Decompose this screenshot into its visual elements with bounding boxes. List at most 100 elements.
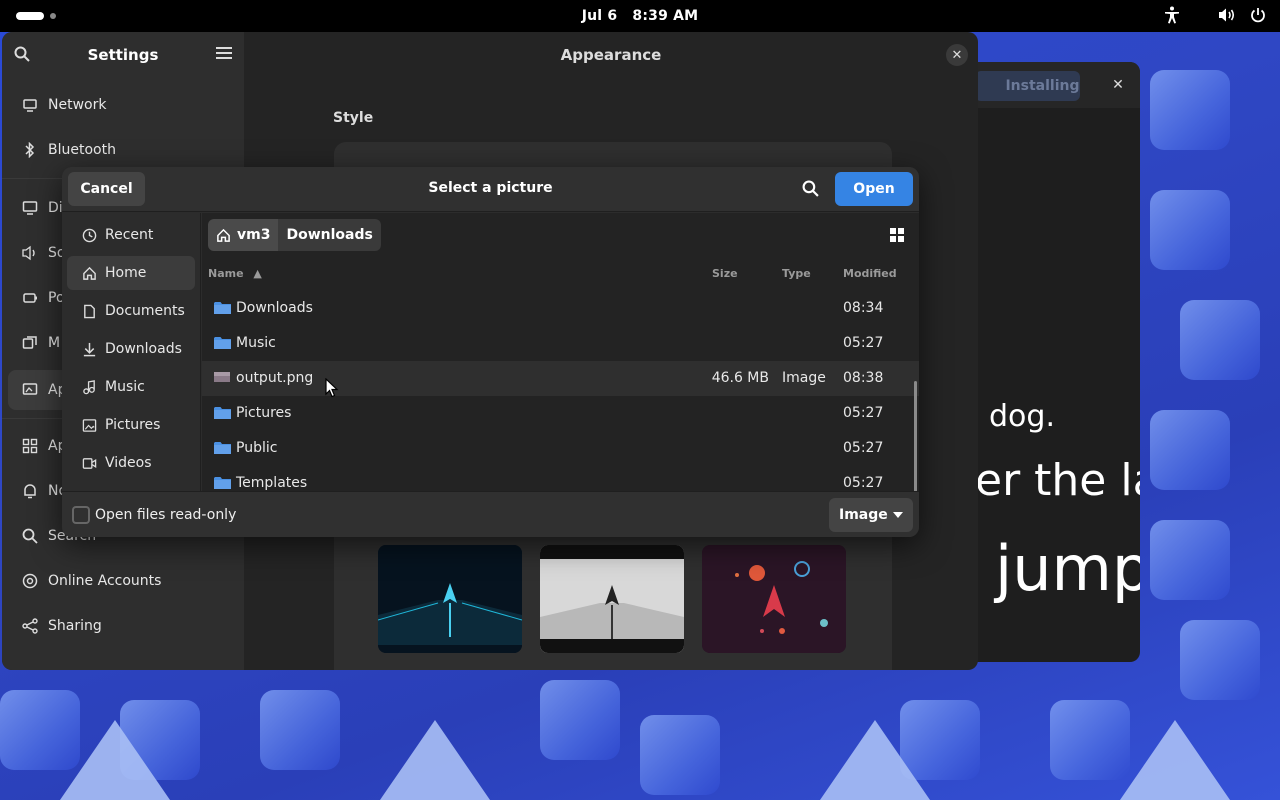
- place-downloads[interactable]: Downloads: [67, 332, 195, 366]
- home-icon: [216, 228, 231, 243]
- downloads-icon: [81, 342, 97, 357]
- place-home[interactable]: Home: [67, 256, 195, 290]
- recent-icon: [81, 228, 97, 243]
- file-row[interactable]: Downloads 08:34: [202, 291, 919, 326]
- file-name: Pictures: [236, 405, 292, 421]
- mouse-pointer-icon: [325, 377, 339, 402]
- column-name[interactable]: Name ▲: [208, 267, 262, 280]
- place-label: Videos: [105, 455, 152, 471]
- chevron-down-icon: [893, 512, 903, 518]
- wallpaper-shape: [1180, 300, 1260, 380]
- wallpaper-shape: [260, 690, 340, 770]
- search-icon[interactable]: [802, 180, 819, 201]
- hamburger-menu-icon[interactable]: [216, 46, 232, 64]
- place-label: Home: [105, 265, 147, 281]
- sidebar-item-sharing[interactable]: Sharing: [2, 606, 244, 646]
- sidebar-item-label: Network: [48, 97, 107, 113]
- sidebar-header: Settings: [2, 32, 244, 78]
- folder-icon: [214, 301, 231, 319]
- place-label: Recent: [105, 227, 154, 243]
- wallpaper-shape: [380, 720, 490, 800]
- sidebar-item-online-accounts[interactable]: Online Accounts: [2, 561, 244, 601]
- read-only-label[interactable]: Open files read-only: [95, 507, 236, 523]
- place-label: Documents: [105, 303, 185, 319]
- wallpaper-shape: [60, 720, 170, 800]
- open-button[interactable]: Open: [835, 172, 913, 206]
- accessibility-icon[interactable]: [1164, 6, 1180, 24]
- breadcrumb: vm3 Downloads: [208, 219, 381, 251]
- folder-icon: [214, 336, 231, 354]
- system-tray[interactable]: [1164, 6, 1266, 24]
- sound-icon: [20, 245, 40, 261]
- file-chooser-dialog: Cancel Select a picture Open Recent Home…: [62, 167, 919, 537]
- wallpaper-shape: [820, 720, 930, 800]
- installer-header: Installing ✕: [975, 62, 1140, 108]
- place-documents[interactable]: Documents: [67, 294, 195, 328]
- volume-icon[interactable]: [1218, 7, 1236, 23]
- wallpaper-thumbnail[interactable]: [378, 545, 522, 653]
- close-icon[interactable]: ✕: [1108, 75, 1128, 95]
- read-only-checkbox[interactable]: [72, 506, 90, 524]
- top-bar: Jul 6 8:39 AM: [0, 0, 1280, 32]
- file-name: Public: [236, 440, 278, 456]
- home-icon: [81, 266, 97, 281]
- place-label: Music: [105, 379, 145, 395]
- pictures-icon: [81, 418, 97, 433]
- bluetooth-icon: [20, 142, 40, 158]
- file-list-pane: vm3 Downloads Name ▲ Size Type Modified …: [202, 213, 919, 503]
- main-header: Appearance ✕: [244, 32, 978, 78]
- file-row[interactable]: Pictures 05:27: [202, 396, 919, 431]
- sort-ascending-icon: ▲: [253, 267, 262, 280]
- search-icon: [20, 528, 40, 544]
- wallpaper-thumbnail[interactable]: [702, 545, 846, 653]
- sidebar-item-bluetooth[interactable]: Bluetooth: [2, 130, 244, 170]
- column-header: Name ▲ Size Type Modified: [202, 259, 919, 289]
- notifications-icon: [20, 483, 40, 499]
- column-modified[interactable]: Modified: [843, 267, 897, 280]
- file-modified: 05:27: [843, 335, 884, 351]
- column-size[interactable]: Size: [712, 267, 738, 280]
- file-filter-label: Image: [839, 507, 888, 523]
- folder-icon: [214, 406, 231, 424]
- sidebar-title: Settings: [87, 46, 159, 64]
- place-music[interactable]: Music: [67, 370, 195, 404]
- wallpaper-thumbnail[interactable]: [540, 545, 684, 653]
- activities-indicator[interactable]: [16, 12, 56, 20]
- grid-view-icon[interactable]: [890, 228, 905, 247]
- file-modified: 08:38: [843, 370, 884, 386]
- sidebar-item-label: Online Accounts: [48, 573, 162, 589]
- wallpaper-shape: [1120, 720, 1230, 800]
- installer-window: Installing ✕ dog. er the la jump: [975, 62, 1140, 662]
- close-icon[interactable]: ✕: [946, 44, 968, 66]
- clock-time: 8:39 AM: [632, 8, 699, 24]
- wallpaper-shape: [1150, 520, 1230, 600]
- file-row[interactable]: Music 05:27: [202, 326, 919, 361]
- sidebar-item-label: Sharing: [48, 618, 102, 634]
- place-recent[interactable]: Recent: [67, 218, 195, 252]
- clock[interactable]: Jul 6 8:39 AM: [577, 8, 704, 24]
- place-label: Pictures: [105, 417, 161, 433]
- scrollbar[interactable]: [914, 381, 917, 503]
- online-accounts-icon: [20, 573, 40, 589]
- file-modified: 08:34: [843, 300, 884, 316]
- wallpaper-shape: [1150, 190, 1230, 270]
- search-icon[interactable]: [14, 46, 30, 66]
- place-pictures[interactable]: Pictures: [67, 408, 195, 442]
- place-videos[interactable]: Videos: [67, 446, 195, 480]
- dialog-header: Cancel Select a picture Open: [62, 167, 919, 212]
- wallpaper-shape: [640, 715, 720, 795]
- sidebar-item-label: Bluetooth: [48, 142, 116, 158]
- file-filter-dropdown[interactable]: Image: [829, 498, 913, 532]
- power-icon[interactable]: [1250, 7, 1266, 23]
- breadcrumb-current[interactable]: Downloads: [278, 219, 381, 251]
- column-type[interactable]: Type: [782, 267, 811, 280]
- sample-text-line: er the la: [975, 455, 1140, 506]
- image-file-icon: [214, 371, 231, 387]
- breadcrumb-home[interactable]: vm3: [208, 219, 279, 251]
- sidebar-item-network[interactable]: Network: [2, 85, 244, 125]
- file-row[interactable]: output.png 46.6 MB Image 08:38: [202, 361, 919, 396]
- wallpaper-shape: [1180, 620, 1260, 700]
- apps-icon: [20, 438, 40, 454]
- file-row[interactable]: Public 05:27: [202, 431, 919, 466]
- sidebar-item-label: M: [48, 335, 61, 351]
